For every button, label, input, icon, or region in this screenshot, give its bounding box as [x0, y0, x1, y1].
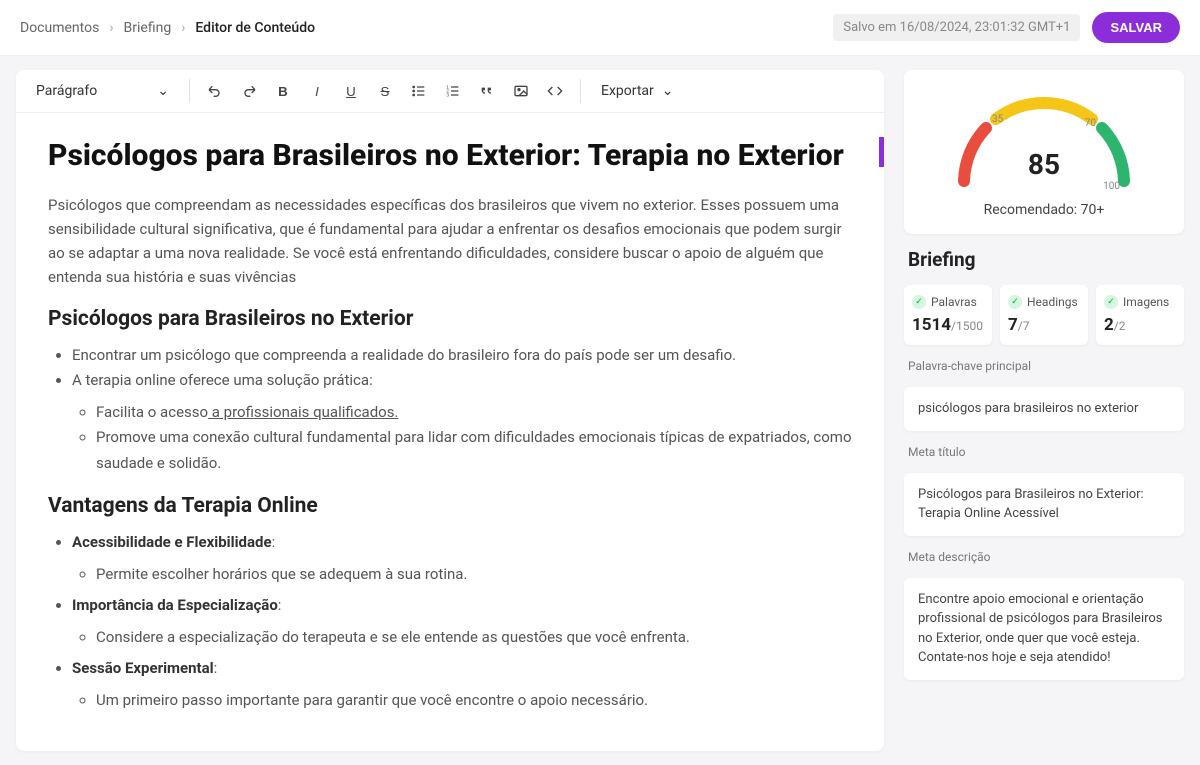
export-dropdown[interactable]: Exportar ⌄: [591, 77, 684, 105]
doc-h2: Psicólogos para Brasileiros no Exterior: [48, 307, 852, 331]
check-icon: ✓: [1008, 295, 1022, 309]
chevron-right-icon: ›: [109, 20, 113, 36]
doc-h1: Psicólogos para Brasileiros no Exterior:…: [48, 137, 852, 175]
list-item: Importância da Especialização: Considere…: [72, 593, 852, 650]
metatitle-label: Meta título: [904, 445, 1184, 459]
stat-headings: ✓Headings 7/7: [1000, 285, 1088, 345]
chevron-down-icon: ⌄: [662, 83, 674, 99]
strikethrough-button[interactable]: S: [370, 76, 400, 106]
list-item: A terapia online oferece uma solução prá…: [72, 368, 852, 476]
italic-button[interactable]: I: [302, 76, 332, 106]
chevron-right-icon: ›: [181, 20, 185, 36]
score-value: 85: [944, 148, 1144, 181]
side-panel: 35 70 100 85 Recomendado: 70+ Briefing ✓…: [904, 70, 1184, 751]
topbar: Documentos › Briefing › Editor de Conteú…: [0, 0, 1200, 56]
save-button[interactable]: SALVAR: [1092, 12, 1180, 43]
numbered-list-button[interactable]: 123: [438, 76, 468, 106]
redo-button[interactable]: [234, 76, 264, 106]
list-item: Um primeiro passo importante para garant…: [96, 688, 852, 714]
breadcrumb-current: Editor de Conteúdo: [195, 20, 315, 36]
breadcrumb-mid[interactable]: Briefing: [124, 20, 172, 36]
list-item: Acessibilidade e Flexibilidade: Permite …: [72, 530, 852, 587]
svg-text:3: 3: [446, 92, 449, 97]
stat-images: ✓Imagens 2/2: [1096, 285, 1184, 345]
metadesc-label: Meta descrição: [904, 550, 1184, 564]
list-item: Promove uma conexão cultural fundamental…: [96, 425, 852, 476]
recommended-label: Recomendado: 70+: [920, 202, 1168, 218]
saved-timestamp: Salvo em 16/08/2024, 23:01:32 GMT+1: [833, 14, 1080, 41]
cursor-marker: [879, 137, 884, 167]
image-button[interactable]: [506, 76, 536, 106]
keyword-label: Palavra-chave principal: [904, 359, 1184, 373]
list-item: Sessão Experimental: Um primeiro passo i…: [72, 656, 852, 713]
keyword-value[interactable]: psicólogos para brasileiros no exterior: [904, 387, 1184, 431]
editor-panel: Parágrafo ⌄ B I U S 123 Exportar ⌄ Psicó…: [16, 70, 884, 751]
metadesc-value[interactable]: Encontre apoio emocional e orientação pr…: [904, 578, 1184, 680]
bold-button[interactable]: B: [268, 76, 298, 106]
list-item: Facilita o acesso a profissionais qualif…: [96, 400, 852, 426]
list-item: Encontrar um psicólogo que compreenda a …: [72, 343, 852, 369]
doc-h2: Vantagens da Terapia Online: [48, 494, 852, 518]
breadcrumb: Documentos › Briefing › Editor de Conteú…: [20, 20, 315, 36]
undo-button[interactable]: [200, 76, 230, 106]
list-item: Considere a especialização do terapeuta …: [96, 625, 852, 651]
link[interactable]: a profissionais qualificados.: [208, 403, 398, 421]
doc-intro: Psicólogos que compreendam as necessidad…: [48, 193, 852, 289]
chevron-down-icon: ⌄: [157, 83, 169, 99]
stats-row: ✓Palavras 1514/1500 ✓Headings 7/7 ✓Image…: [904, 285, 1184, 345]
check-icon: ✓: [1104, 295, 1118, 309]
breadcrumb-root[interactable]: Documentos: [20, 20, 99, 36]
quote-button[interactable]: [472, 76, 502, 106]
list-item: Permite escolher horários que se adequem…: [96, 562, 852, 588]
format-dropdown[interactable]: Parágrafo ⌄: [26, 77, 179, 105]
bullet-list-button[interactable]: [404, 76, 434, 106]
code-button[interactable]: [540, 76, 570, 106]
metatitle-value[interactable]: Psicólogos para Brasileiros no Exterior:…: [904, 473, 1184, 536]
editor-content[interactable]: Psicólogos para Brasileiros no Exterior:…: [16, 113, 884, 751]
briefing-heading: Briefing: [904, 248, 1184, 271]
underline-button[interactable]: U: [336, 76, 366, 106]
check-icon: ✓: [912, 295, 926, 309]
score-gauge: 35 70 100 85: [944, 86, 1144, 196]
toolbar: Parágrafo ⌄ B I U S 123 Exportar ⌄: [16, 70, 884, 113]
stat-words: ✓Palavras 1514/1500: [904, 285, 992, 345]
score-gauge-card: 35 70 100 85 Recomendado: 70+: [904, 70, 1184, 234]
